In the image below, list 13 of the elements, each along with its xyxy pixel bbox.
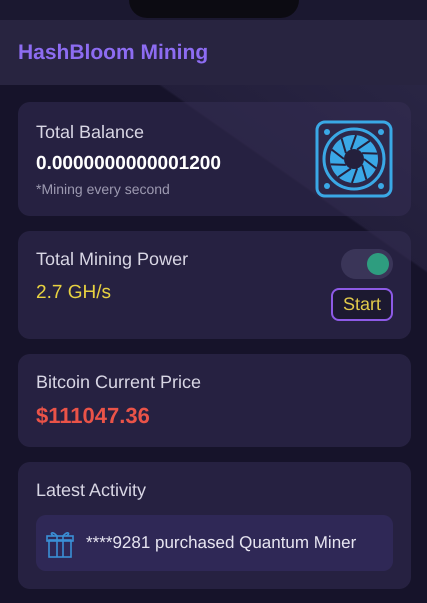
balance-label: Total Balance [36,122,146,142]
price-value: $111047.36 [36,403,151,429]
mining-toggle[interactable] [341,249,393,279]
fan-icon [315,120,393,198]
balance-value: 0.0000000000001200 [36,152,222,174]
mining-note: *Mining every second [36,180,171,196]
hashrate-value: 2.7 GH/s [36,282,112,304]
start-button[interactable]: Start [330,288,393,321]
power-label: Total Mining Power [36,249,190,270]
price-label: Bitcoin Current Price [36,372,202,393]
activity-text: ****9281 purchased Quantum Miner [86,533,356,553]
activity-title: Latest Activity [36,480,148,501]
app-title: HashBloom Mining [18,40,208,64]
